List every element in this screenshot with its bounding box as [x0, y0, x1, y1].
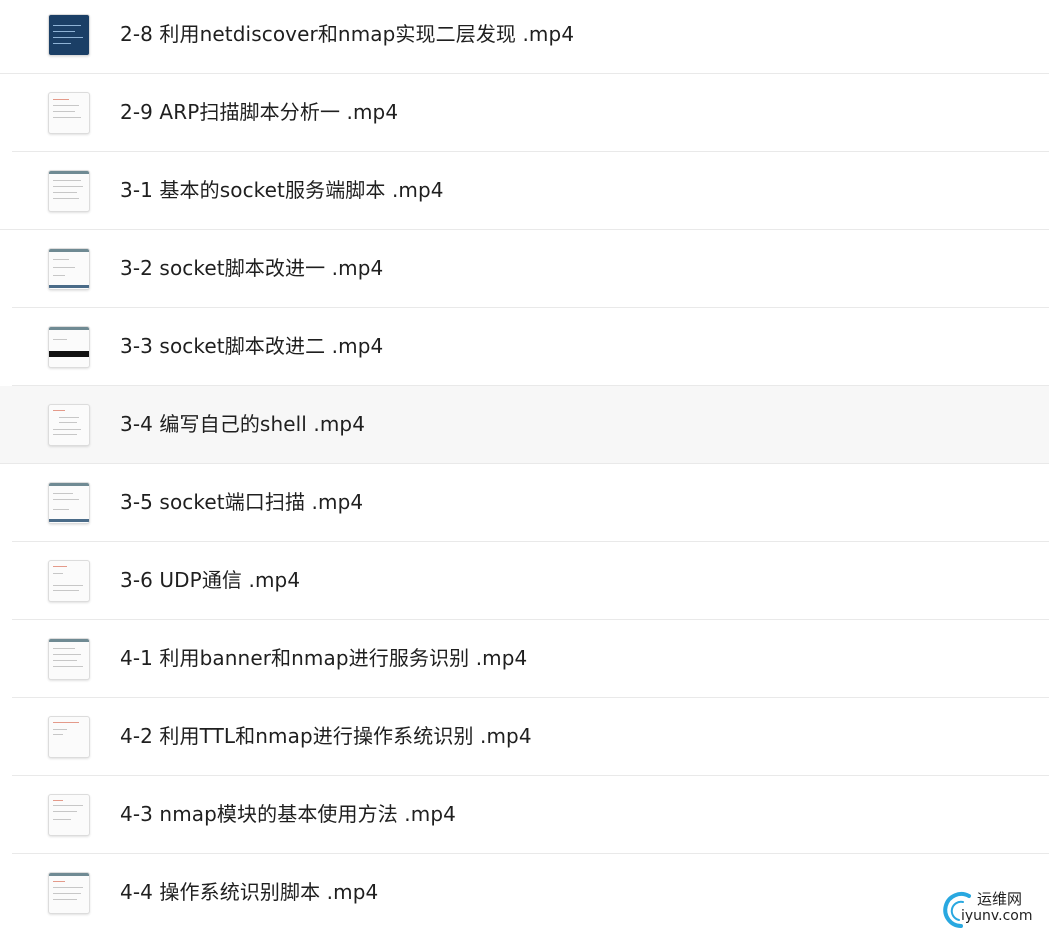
video-thumbnail: [48, 326, 90, 368]
video-thumbnail: [48, 872, 90, 914]
file-name: 2-9 ARP扫描脚本分析一 .mp4: [120, 100, 399, 124]
file-name: 3-2 socket脚本改进一 .mp4: [120, 256, 384, 280]
list-item[interactable]: 3-3 socket脚本改进二 .mp4: [12, 308, 1049, 386]
file-name: 3-4 编写自己的shell .mp4: [120, 412, 366, 436]
file-name: 4-3 nmap模块的基本使用方法 .mp4: [120, 802, 456, 826]
video-thumbnail: [48, 248, 90, 290]
list-item[interactable]: 3-5 socket端口扫描 .mp4: [12, 464, 1049, 542]
video-thumbnail: [48, 170, 90, 212]
list-item[interactable]: 2-9 ARP扫描脚本分析一 .mp4: [12, 74, 1049, 152]
list-item[interactable]: 3-6 UDP通信 .mp4: [12, 542, 1049, 620]
file-name: 3-6 UDP通信 .mp4: [120, 568, 301, 592]
list-item[interactable]: 3-1 基本的socket服务端脚本 .mp4: [0, 152, 1049, 230]
file-name: 4-2 利用TTL和nmap进行操作系统识别 .mp4: [120, 724, 532, 748]
video-thumbnail: [48, 92, 90, 134]
file-name: 3-3 socket脚本改进二 .mp4: [120, 334, 384, 358]
video-thumbnail: [48, 404, 90, 446]
video-thumbnail: [48, 638, 90, 680]
watermark-text: 运维网: [977, 890, 1023, 908]
list-item[interactable]: 4-3 nmap模块的基本使用方法 .mp4: [12, 776, 1049, 854]
watermark-logo: 运维网 iyunv.com: [939, 888, 1043, 928]
list-item[interactable]: 4-1 利用banner和nmap进行服务识别 .mp4: [12, 620, 1049, 698]
list-item[interactable]: 3-2 socket脚本改进一 .mp4: [12, 230, 1049, 308]
file-name: 2-8 利用netdiscover和nmap实现二层发现 .mp4: [120, 22, 575, 46]
file-list: 2-8 利用netdiscover和nmap实现二层发现 .mp4 2-9 AR…: [0, 0, 1049, 931]
file-name: 4-1 利用banner和nmap进行服务识别 .mp4: [120, 646, 528, 670]
video-thumbnail: [48, 716, 90, 758]
video-thumbnail: [48, 14, 90, 56]
file-name: 4-4 操作系统识别脚本 .mp4: [120, 880, 379, 904]
list-item[interactable]: 3-4 编写自己的shell .mp4: [0, 386, 1049, 464]
list-item[interactable]: 4-4 操作系统识别脚本 .mp4: [12, 854, 1049, 931]
list-item[interactable]: 2-8 利用netdiscover和nmap实现二层发现 .mp4: [0, 0, 1049, 74]
watermark-url: iyunv.com: [961, 908, 1033, 924]
list-item[interactable]: 4-2 利用TTL和nmap进行操作系统识别 .mp4: [12, 698, 1049, 776]
video-thumbnail: [48, 560, 90, 602]
video-thumbnail: [48, 794, 90, 836]
file-name: 3-1 基本的socket服务端脚本 .mp4: [120, 178, 444, 202]
video-thumbnail: [48, 482, 90, 524]
file-name: 3-5 socket端口扫描 .mp4: [120, 490, 364, 514]
